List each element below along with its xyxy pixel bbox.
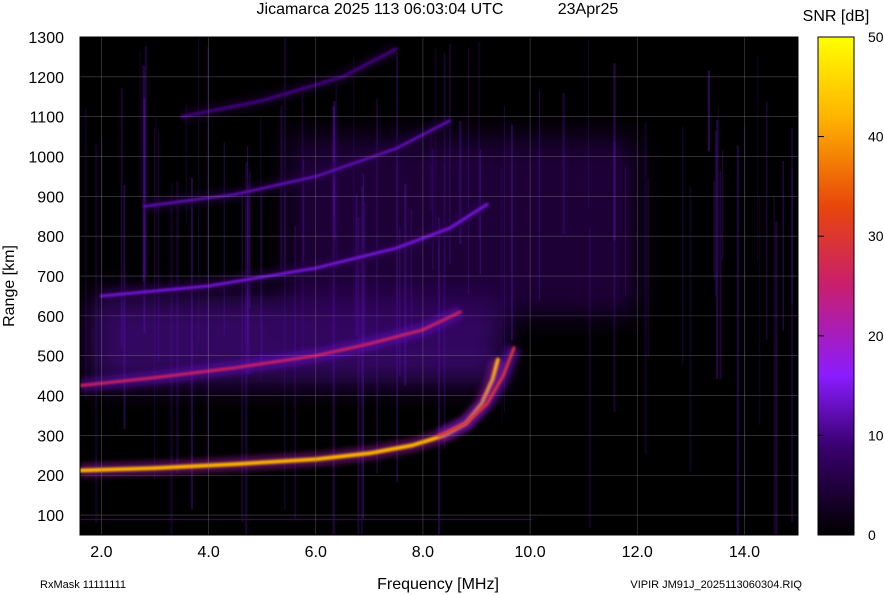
- noise-streak: [759, 196, 761, 426]
- x-axis-ticks: 2.0 4.0 6.0 8.0 10.0 12.0 14.0: [90, 544, 760, 561]
- noise-streak: [410, 209, 413, 329]
- noise-streak: [432, 148, 434, 271]
- noise-streak: [363, 202, 366, 347]
- y-tick-label: 1300: [28, 30, 64, 47]
- colorbar-label: SNR [dB]: [803, 8, 870, 25]
- noise-streak: [123, 184, 126, 429]
- noise-streak: [434, 47, 437, 229]
- ionogram-chart: Jicamarca 2025 113 06:03:04 UTC 23Apr25 …: [1, 1, 884, 593]
- x-axis-label: Frequency [MHz]: [377, 576, 499, 593]
- y-tick-label: 1100: [30, 110, 65, 127]
- noise-streak: [352, 55, 355, 323]
- noise-streak: [681, 126, 684, 365]
- noise-streak: [361, 186, 363, 535]
- noise-streak: [283, 37, 286, 280]
- chart-date: 23Apr25: [558, 1, 619, 18]
- noise-streak: [120, 88, 123, 347]
- noise-streak: [589, 228, 591, 528]
- noise-streak: [176, 181, 179, 473]
- noise-streak: [721, 150, 724, 261]
- colorbar-tick-label: 10: [868, 427, 884, 443]
- noise-streak: [765, 101, 768, 340]
- noise-streak: [719, 170, 722, 380]
- y-tick-label: 100: [37, 508, 64, 525]
- x-tick-label: 2.0: [90, 544, 112, 561]
- noise-streak: [429, 128, 432, 210]
- x-tick-label: 6.0: [305, 544, 327, 561]
- noise-streak: [139, 50, 141, 198]
- noise-streak: [707, 70, 711, 152]
- noise-streak: [689, 186, 692, 472]
- y-tick-label: 400: [37, 389, 64, 406]
- y-tick-label: 200: [37, 468, 64, 485]
- noise-streak: [467, 47, 470, 295]
- x-tick-label: 14.0: [729, 544, 760, 561]
- noise-streak: [782, 161, 784, 331]
- noise-streak: [775, 221, 778, 535]
- x-tick-label: 8.0: [412, 544, 434, 561]
- x-tick-label: 4.0: [197, 544, 219, 561]
- y-tick-label: 600: [37, 309, 64, 326]
- noise-streak: [198, 37, 200, 342]
- noise-streak: [647, 177, 650, 358]
- noise-streak: [443, 52, 446, 450]
- noise-streak: [736, 145, 739, 535]
- y-axis-label: Range [km]: [1, 245, 18, 327]
- noise-streak: [717, 105, 720, 275]
- noise-streak: [511, 124, 513, 341]
- x-tick-label: 10.0: [515, 544, 546, 561]
- y-tick-label: 1000: [28, 150, 64, 167]
- noise-streak: [562, 92, 565, 235]
- y-tick-label: 1200: [28, 70, 64, 87]
- y-tick-label: 800: [37, 229, 64, 246]
- colorbar-tick-label: 0: [868, 527, 876, 543]
- chart-title: Jicamarca 2025 113 06:03:04 UTC: [257, 1, 504, 18]
- colorbar-tick-label: 20: [868, 328, 884, 344]
- noise-streak: [757, 54, 759, 262]
- y-tick-label: 700: [37, 269, 64, 286]
- y-tick-label: 900: [37, 189, 64, 206]
- noise-streak: [158, 132, 160, 362]
- colorbar-tick-label: 50: [868, 29, 884, 45]
- noise-streak: [223, 142, 225, 336]
- trace-sporadic-low: [80, 517, 532, 522]
- y-axis-ticks: 100 200 300 400 500 600 700 800 900 1000 1100 1200 1…: [28, 30, 64, 525]
- filename-label: VIPIR JM91J_2025113060304.RIQ: [630, 579, 802, 591]
- noise-streak: [624, 167, 627, 297]
- colorbar-tick-label: 30: [868, 228, 884, 244]
- noise-streak: [713, 180, 716, 280]
- noise-streak: [154, 127, 156, 480]
- y-tick-label: 500: [37, 349, 64, 366]
- rxmask-label: RxMask 11111111: [40, 579, 126, 591]
- noise-streak: [357, 217, 360, 535]
- noise-streak: [644, 122, 647, 455]
- noise-streak: [613, 142, 616, 412]
- x-tick-label: 12.0: [622, 544, 653, 561]
- y-tick-label: 300: [37, 428, 64, 445]
- noise-streak: [438, 217, 440, 535]
- colorbar: [817, 36, 855, 536]
- noise-streak: [241, 192, 243, 522]
- noise-streak: [587, 39, 589, 209]
- noise-streak: [538, 90, 541, 300]
- colorbar-tick-label: 40: [868, 129, 884, 145]
